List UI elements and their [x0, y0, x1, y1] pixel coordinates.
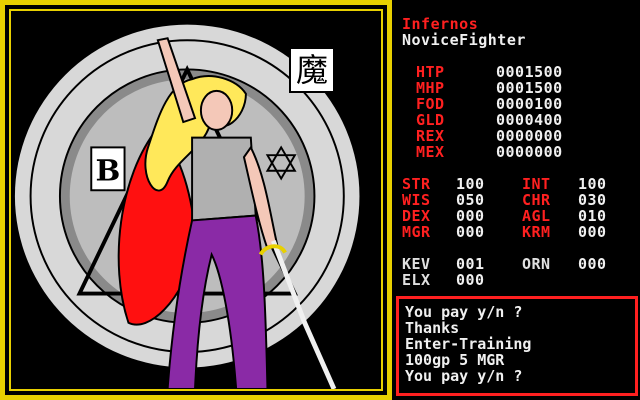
stat-label-rex: REX: [416, 127, 445, 145]
inv-value-kev: 001: [456, 255, 485, 273]
stat-label-htp: HTP: [416, 63, 445, 81]
stat-label-fod: FOD: [416, 95, 445, 113]
face: [199, 89, 234, 131]
inv-label-orn: ORN: [522, 255, 551, 273]
character-class: NoviceFighter: [402, 31, 526, 49]
attr-label-chr: CHR: [522, 191, 551, 209]
portrait-frame: B 魔: [0, 0, 392, 400]
inv-label-kev: KEV: [402, 255, 431, 273]
message-line: 100gp 5 MGR: [405, 351, 505, 369]
attr-label-krm: KRM: [522, 223, 551, 241]
attr-value-mgr: 000: [456, 223, 485, 241]
stat-value-fod: 0000100: [496, 95, 563, 113]
portrait-area: B 魔: [9, 9, 383, 391]
attr-value-krm: 000: [578, 223, 607, 241]
message-line: Thanks: [405, 319, 460, 337]
message-prompt[interactable]: You pay y/n ?: [405, 368, 522, 384]
attr-value-str: 100: [456, 175, 485, 193]
stat-value-rex: 0000000: [496, 127, 563, 145]
gray-top: [191, 136, 257, 222]
attr-value-wis: 050: [456, 191, 485, 209]
attr-value-dex: 000: [456, 207, 485, 225]
stat-label-mex: MEX: [416, 143, 445, 161]
attr-label-agl: AGL: [522, 207, 551, 225]
stat-value-gld: 0000400: [496, 111, 563, 129]
attr-label-mgr: MGR: [402, 223, 431, 241]
attr-value-agl: 010: [578, 207, 607, 225]
stat-label-mhp: MHP: [416, 79, 445, 97]
attr-label-wis: WIS: [402, 191, 431, 209]
character-name: Infernos: [402, 15, 479, 33]
stat-value-mhp: 0001500: [496, 79, 563, 97]
attr-label-int: INT: [522, 175, 551, 193]
kanji-seal: 魔: [289, 47, 335, 93]
inv-value-elx: 000: [456, 271, 485, 289]
attr-value-chr: 030: [578, 191, 607, 209]
stat-value-htp: 0001500: [496, 63, 563, 81]
stat-value-mex: 0000000: [496, 143, 563, 161]
inv-value-orn: 000: [578, 255, 607, 273]
attr-label-str: STR: [402, 175, 431, 193]
stat-label-gld: GLD: [416, 111, 445, 129]
message-line: Enter-Training: [405, 335, 532, 353]
attr-label-dex: DEX: [402, 207, 431, 225]
inv-label-elx: ELX: [402, 271, 431, 289]
seal-letter: B: [96, 153, 121, 188]
message-box: You pay y/n ? Thanks Enter-Training 100g…: [396, 296, 638, 396]
message-line: You pay y/n ?: [405, 303, 523, 321]
attr-value-int: 100: [578, 175, 607, 193]
